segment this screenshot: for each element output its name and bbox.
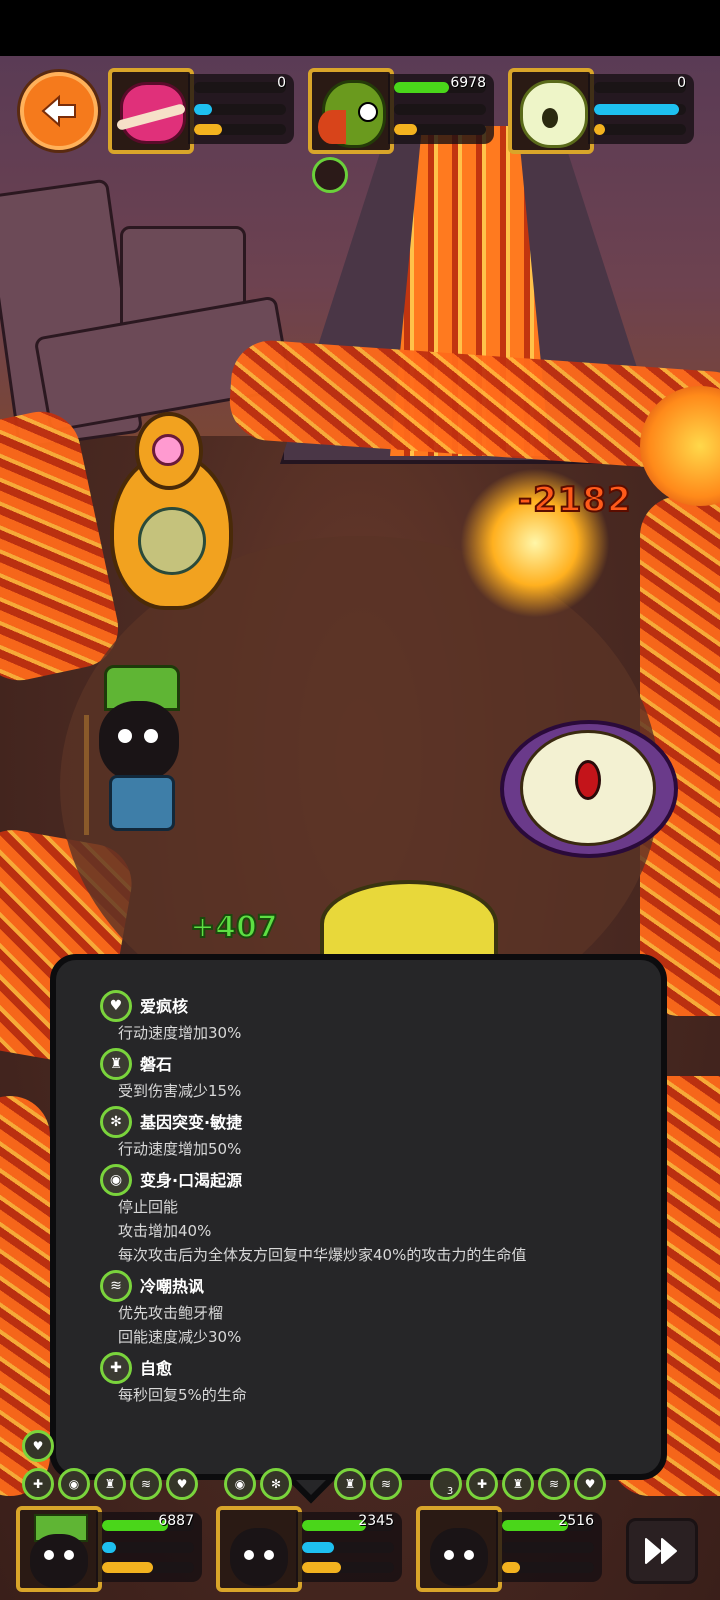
hero-status-bars: 2345	[296, 1512, 402, 1582]
enemy-buff-icon[interactable]	[312, 157, 348, 193]
enemy-portrait	[508, 68, 594, 154]
pear-ally[interactable]	[100, 412, 235, 612]
hp-bar	[594, 82, 686, 93]
energy-bar	[502, 1542, 594, 1553]
hp-value: 6887	[158, 1513, 194, 1529]
heart-core-icon[interactable]: ♥	[166, 1468, 198, 1500]
energy-bar	[302, 1542, 394, 1553]
buff-name: 自愈	[140, 1359, 173, 1378]
enemy-status-bars: 0	[188, 74, 294, 144]
damage-number: -2182	[517, 479, 632, 521]
heart-core-icon: ♥	[100, 990, 132, 1022]
taunt-icon: ≋	[100, 1270, 132, 1302]
hero-status-bars: 6887	[96, 1512, 202, 1582]
energy-bar	[594, 104, 686, 115]
hp-value: 0	[277, 75, 286, 91]
self-heal-icon: ✚	[100, 1352, 132, 1384]
hp-value: 6978	[450, 75, 486, 91]
castle-icon[interactable]: ♜	[502, 1468, 534, 1500]
buff-effect: 回能速度减少30%	[118, 1328, 242, 1346]
status-bar	[0, 0, 720, 56]
apple-enemy[interactable]	[500, 710, 680, 860]
buff-tooltip: ♥ 爱疯核 行动速度增加30% ♜ 磐石 受到伤害减少15% ✻ 基因突变·敏捷…	[50, 954, 667, 1480]
fast-forward-button[interactable]	[626, 1518, 698, 1584]
stack-count: 3	[446, 1485, 454, 1497]
transform-icon: ◉	[100, 1164, 132, 1196]
transform-icon[interactable]: ◉	[58, 1468, 90, 1500]
taunt-icon[interactable]: ≋	[538, 1468, 570, 1500]
transform-icon[interactable]: ◉	[224, 1468, 256, 1500]
taunt-icon[interactable]: ≋	[130, 1468, 162, 1500]
hero-portrait	[416, 1506, 502, 1592]
buff-effect: 每次攻击后为全体友方回复中华爆炒家40%的攻击力的生命值	[118, 1246, 527, 1264]
rage-bar	[502, 1562, 594, 1573]
castle-icon[interactable]: ♜	[94, 1468, 126, 1500]
mutation-icon: ✻	[100, 1106, 132, 1138]
energy-bar	[394, 104, 486, 115]
enemy-status-bars: 6978	[388, 74, 494, 144]
self-heal-icon[interactable]: ✚	[22, 1468, 54, 1500]
castle-icon[interactable]: ♜	[334, 1468, 366, 1500]
buff-effect: 行动速度增加30%	[118, 1024, 242, 1042]
self-heal-icon[interactable]: ✚	[466, 1468, 498, 1500]
hp-value: 2516	[558, 1513, 594, 1529]
buff-name: 爱疯核	[140, 997, 189, 1016]
rage-bar	[194, 124, 286, 135]
buff-effect: 行动速度增加50%	[118, 1140, 242, 1158]
hero-portrait	[216, 1506, 302, 1592]
taunt-icon[interactable]: ≋	[370, 1468, 402, 1500]
enemy-portrait	[308, 68, 394, 154]
hp-value: 0	[677, 75, 686, 91]
energy-bar	[102, 1542, 194, 1553]
buff-effect: 攻击增加40%	[118, 1222, 212, 1240]
back-button[interactable]	[20, 72, 98, 150]
buff-name: 磐石	[140, 1055, 173, 1074]
crowned-ally[interactable]	[84, 665, 194, 840]
castle-icon: ♜	[100, 1048, 132, 1080]
buff-effect: 停止回能	[118, 1198, 179, 1216]
rage-bar	[594, 124, 686, 135]
bomb-icon[interactable]: 3	[430, 1468, 462, 1500]
mutation-icon[interactable]: ✻	[260, 1468, 292, 1500]
buff-name: 冷嘲热讽	[140, 1277, 205, 1296]
buff-effect: 优先攻击鲍牙榴	[118, 1304, 224, 1322]
enemy-status-bars: 0	[588, 74, 694, 144]
rage-bar	[302, 1562, 394, 1573]
energy-bar	[194, 104, 286, 115]
hero-portrait	[16, 1506, 102, 1592]
hero-status-bars: 2516	[496, 1512, 602, 1582]
heal-number: +407	[189, 909, 279, 946]
buff-name: 基因突变·敏捷	[140, 1113, 243, 1132]
arrow-left-icon	[41, 94, 76, 128]
heart-core-icon[interactable]: ♥	[574, 1468, 606, 1500]
fast-forward-icon	[645, 1538, 677, 1564]
hit-effect	[430, 428, 640, 658]
buff-name: 变身·口渴起源	[140, 1171, 243, 1190]
rage-bar	[102, 1562, 194, 1573]
hp-bar	[194, 82, 286, 93]
enemy-portrait	[108, 68, 194, 154]
heart-core-icon[interactable]: ♥	[22, 1430, 54, 1462]
rage-bar	[394, 124, 486, 135]
hp-value: 2345	[358, 1513, 394, 1529]
buff-effect: 每秒回复5%的生命	[118, 1386, 247, 1404]
buff-effect: 受到伤害减少15%	[118, 1082, 242, 1100]
